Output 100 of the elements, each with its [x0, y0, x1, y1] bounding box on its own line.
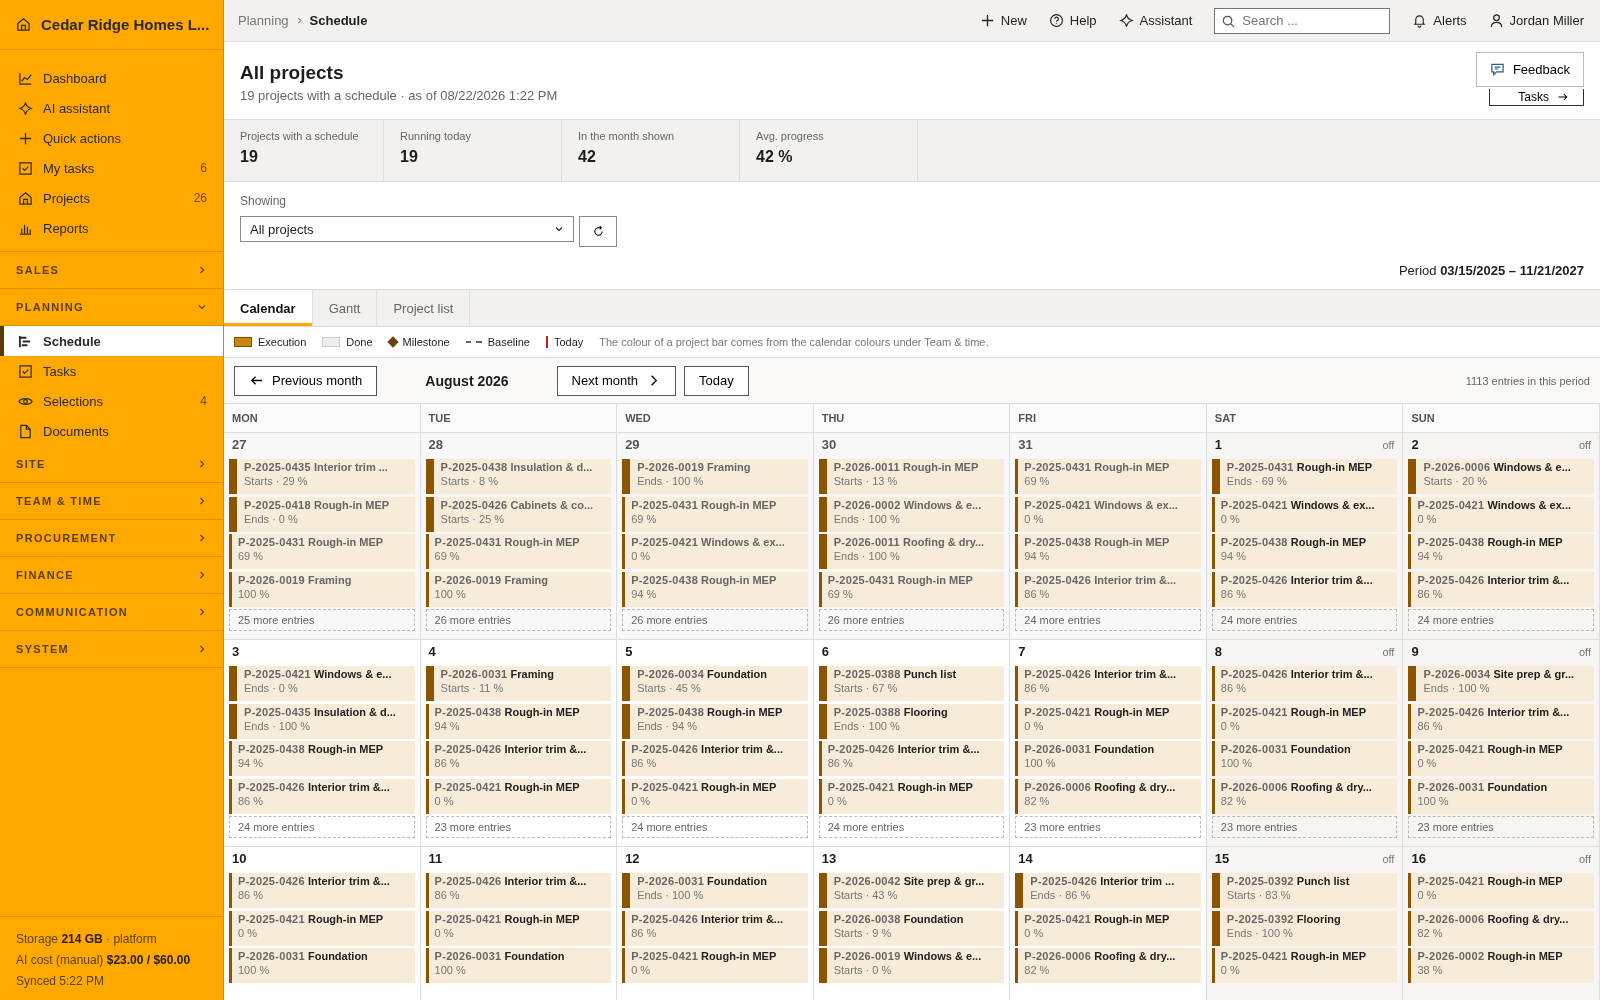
sidebar-section[interactable]: SITE [0, 446, 223, 483]
schedule-entry[interactable]: P-2025-0421 Rough-in MEP 0 % [818, 778, 1005, 814]
schedule-entry[interactable]: P-2026-0002 Windows & e... Ends · 100 % [818, 496, 1005, 532]
schedule-entry[interactable]: P-2025-0421 Rough-in MEP 0 % [1211, 703, 1398, 739]
sidebar-section[interactable]: FINANCE [0, 557, 223, 594]
sidebar-section[interactable]: SALES [0, 252, 223, 289]
more-entries-link[interactable]: 23 more entries [1015, 816, 1201, 838]
schedule-entry[interactable]: P-2025-0421 Rough-in MEP 0 % [622, 778, 808, 814]
schedule-entry[interactable]: P-2025-0426 Interior trim &... 86 % [622, 910, 808, 946]
schedule-entry[interactable]: P-2025-0421 Windows & ex... 0 % [622, 534, 808, 569]
schedule-entry[interactable]: P-2026-0019 Framing Ends · 100 % [622, 459, 808, 494]
schedule-entry[interactable]: P-2025-0421 Windows & ex... 0 % [1408, 496, 1594, 532]
schedule-entry[interactable]: P-2026-0042 Site prep & gr... Starts · 43 % [818, 873, 1005, 908]
user-menu-button[interactable]: Jordan Miller [1488, 13, 1584, 28]
more-entries-link[interactable]: 24 more entries [1408, 609, 1594, 631]
more-entries-link[interactable]: 26 more entries [622, 609, 808, 631]
schedule-entry[interactable]: P-2025-0435 Insulation & d... Ends · 100 % [229, 703, 415, 739]
schedule-entry[interactable]: P-2025-0438 Rough-in MEP 94 % [1211, 534, 1398, 569]
schedule-entry[interactable]: P-2026-0006 Roofing & dry... 82 % [1408, 910, 1594, 946]
more-entries-link[interactable]: 23 more entries [1211, 816, 1398, 838]
sidebar-item[interactable]: My tasks 6 [0, 153, 223, 183]
schedule-entry[interactable]: P-2026-0006 Roofing & dry... 82 % [1015, 948, 1201, 983]
sidebar-item[interactable]: Reports [0, 213, 223, 243]
sidebar-item[interactable]: Projects 26 [0, 183, 223, 213]
more-entries-link[interactable]: 26 more entries [425, 609, 612, 631]
schedule-entry[interactable]: P-2025-0388 Punch list Starts · 67 % [818, 666, 1005, 701]
schedule-entry[interactable]: P-2025-0426 Interior trim &... 86 % [425, 873, 612, 908]
schedule-entry[interactable]: P-2026-0031 Foundation 100 % [1015, 741, 1201, 776]
view-tab[interactable]: Gantt [312, 290, 378, 326]
schedule-entry[interactable]: P-2025-0438 Rough-in MEP Ends · 94 % [622, 703, 808, 739]
sidebar-item[interactable]: Dashboard [0, 63, 223, 93]
schedule-entry[interactable]: P-2025-0438 Rough-in MEP 94 % [1015, 534, 1201, 569]
schedule-entry[interactable]: P-2025-0426 Interior trim &... 86 % [1015, 666, 1201, 701]
more-entries-link[interactable]: 25 more entries [229, 609, 415, 631]
schedule-entry[interactable]: P-2026-0038 Foundation Starts · 9 % [818, 910, 1005, 946]
schedule-entry[interactable]: P-2025-0426 Cabinets & co... Starts · 25 % [425, 496, 612, 532]
sidebar-item[interactable]: Tasks [0, 356, 223, 386]
schedule-entry[interactable]: P-2025-0431 Rough-in MEP 69 % [818, 571, 1005, 607]
schedule-entry[interactable]: P-2025-0438 Rough-in MEP 94 % [622, 571, 808, 607]
schedule-entry[interactable]: P-2025-0431 Rough-in MEP 69 % [1015, 459, 1201, 494]
schedule-entry[interactable]: P-2025-0426 Interior trim &... 86 % [622, 741, 808, 776]
schedule-entry[interactable]: P-2026-0031 Foundation Ends · 100 % [622, 873, 808, 908]
schedule-entry[interactable]: P-2026-0034 Foundation Starts · 45 % [622, 666, 808, 701]
alerts-button[interactable]: Alerts [1412, 13, 1467, 28]
schedule-entry[interactable]: P-2025-0431 Rough-in MEP 69 % [622, 496, 808, 532]
schedule-entry[interactable]: P-2026-0031 Foundation 100 % [229, 948, 415, 983]
help-button[interactable]: Help [1048, 13, 1097, 28]
schedule-entry[interactable]: P-2025-0435 Interior trim ... Starts · 29 % [229, 459, 415, 494]
more-entries-link[interactable]: 24 more entries [229, 816, 415, 838]
schedule-entry[interactable]: P-2026-0034 Site prep & gr... Ends · 100 % [1408, 666, 1594, 701]
feedback-button[interactable]: Feedback [1475, 52, 1584, 87]
schedule-entry[interactable]: P-2025-0392 Punch list Starts · 83 % [1211, 873, 1398, 908]
schedule-entry[interactable]: P-2025-0438 Rough-in MEP 94 % [229, 741, 415, 776]
schedule-entry[interactable]: P-2025-0426 Interior trim &... 86 % [1015, 571, 1201, 607]
more-entries-link[interactable]: 24 more entries [1211, 609, 1398, 631]
sidebar-item[interactable]: Quick actions [0, 123, 223, 153]
schedule-entry[interactable]: P-2026-0031 Foundation 100 % [1211, 741, 1398, 776]
schedule-entry[interactable]: P-2025-0421 Rough-in MEP 0 % [1015, 703, 1201, 739]
schedule-entry[interactable]: P-2025-0421 Rough-in MEP 0 % [425, 910, 612, 946]
schedule-entry[interactable]: P-2026-0031 Framing Starts · 11 % [425, 666, 612, 701]
schedule-entry[interactable]: P-2025-0438 Insulation & d... Starts · 8 % [425, 459, 612, 494]
previous-month-button[interactable]: Previous month [234, 365, 378, 396]
schedule-entry[interactable]: P-2026-0019 Windows & e... Starts · 0 % [818, 948, 1005, 983]
schedule-entry[interactable]: P-2026-0006 Roofing & dry... 82 % [1015, 778, 1201, 814]
schedule-entry[interactable]: P-2025-0426 Interior trim &... 86 % [1211, 666, 1398, 701]
schedule-entry[interactable]: P-2025-0438 Rough-in MEP 94 % [425, 703, 612, 739]
schedule-entry[interactable]: P-2025-0431 Rough-in MEP 69 % [425, 534, 612, 569]
schedule-entry[interactable]: P-2025-0421 Rough-in MEP 0 % [229, 910, 415, 946]
sidebar-section[interactable]: COMMUNICATION [0, 594, 223, 631]
schedule-entry[interactable]: P-2025-0426 Interior trim &... 86 % [818, 741, 1005, 776]
refresh-button[interactable] [579, 216, 617, 247]
schedule-entry[interactable]: P-2025-0421 Rough-in MEP 0 % [1015, 910, 1201, 946]
more-entries-link[interactable]: 24 more entries [818, 816, 1005, 838]
assistant-button[interactable]: Assistant [1118, 13, 1193, 28]
schedule-entry[interactable]: P-2025-0418 Rough-in MEP Ends · 0 % [229, 496, 415, 532]
schedule-entry[interactable]: P-2025-0421 Windows & ex... 0 % [1015, 496, 1201, 532]
schedule-entry[interactable]: P-2025-0426 Interior trim ... Ends · 86 % [1015, 873, 1201, 908]
more-entries-link[interactable]: 23 more entries [425, 816, 612, 838]
sidebar-section[interactable]: SYSTEM [0, 631, 223, 668]
schedule-entry[interactable]: P-2025-0426 Interior trim &... 86 % [229, 778, 415, 814]
schedule-entry[interactable]: P-2026-0011 Rough-in MEP Starts · 13 % [818, 459, 1005, 494]
next-month-button[interactable]: Next month [556, 365, 677, 396]
schedule-entry[interactable]: P-2026-0031 Foundation 100 % [1408, 778, 1594, 814]
schedule-entry[interactable]: P-2025-0421 Rough-in MEP 0 % [1408, 741, 1594, 776]
schedule-entry[interactable]: P-2025-0421 Windows & e... Ends · 0 % [229, 666, 415, 701]
schedule-entry[interactable]: P-2025-0426 Interior trim &... 86 % [425, 741, 612, 776]
schedule-entry[interactable]: P-2025-0426 Interior trim &... 86 % [1211, 571, 1398, 607]
schedule-entry[interactable]: P-2025-0421 Windows & ex... 0 % [1211, 496, 1398, 532]
schedule-entry[interactable]: P-2026-0006 Windows & e... Starts · 20 % [1408, 459, 1594, 494]
schedule-entry[interactable]: P-2025-0426 Interior trim &... 86 % [229, 873, 415, 908]
sidebar-section[interactable]: TEAM & TIME [0, 483, 223, 520]
schedule-entry[interactable]: P-2025-0426 Interior trim &... 86 % [1408, 571, 1594, 607]
sidebar-item[interactable]: AI assistant [0, 93, 223, 123]
tasks-button[interactable]: Tasks [1489, 89, 1584, 106]
schedule-entry[interactable]: P-2026-0011 Roofing & dry... Ends · 100 % [818, 534, 1005, 569]
schedule-entry[interactable]: P-2025-0392 Flooring Ends · 100 % [1211, 910, 1398, 946]
new-button[interactable]: New [979, 13, 1027, 28]
more-entries-link[interactable]: 24 more entries [1015, 609, 1201, 631]
schedule-entry[interactable]: P-2025-0426 Interior trim &... 86 % [1408, 703, 1594, 739]
breadcrumb-link[interactable]: Planning [238, 13, 289, 28]
